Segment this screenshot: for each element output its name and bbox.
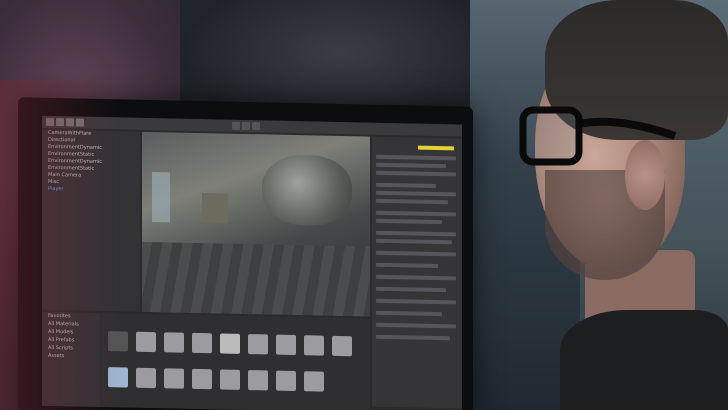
inspector-row xyxy=(376,322,456,329)
inspector-row xyxy=(376,310,442,317)
folder-icon xyxy=(248,370,268,391)
folder-icon xyxy=(276,334,296,356)
shirt xyxy=(560,310,728,410)
hand-icon xyxy=(46,117,54,126)
project-panel: Favorites All Materials All Models All P… xyxy=(42,311,370,410)
folder-icon xyxy=(164,332,184,353)
monitor-screen: CameraWithFlare Directional EnvironmentD… xyxy=(42,115,462,410)
folder-icon xyxy=(136,367,156,389)
inspector-row xyxy=(376,218,442,225)
inspector-row xyxy=(376,262,438,269)
folder-icon xyxy=(164,368,184,389)
inspector-row xyxy=(376,286,446,293)
inspector-row xyxy=(376,170,456,177)
inspector-row xyxy=(376,190,456,197)
folder-icon xyxy=(192,332,212,354)
inspector-row xyxy=(376,274,456,281)
viewport-light xyxy=(152,172,170,223)
pause-icon xyxy=(242,121,250,131)
folder-icon xyxy=(304,371,324,392)
hierarchy-panel: CameraWithFlare Directional EnvironmentD… xyxy=(42,129,140,312)
inspector-row xyxy=(376,210,456,217)
unity-logo-icon xyxy=(108,331,128,352)
folder-icon xyxy=(136,331,156,353)
scale-icon xyxy=(76,118,84,127)
inspector-color-swatch xyxy=(418,145,454,151)
folder-icon xyxy=(332,335,352,357)
inspector-row xyxy=(376,298,456,305)
person xyxy=(505,0,728,410)
viewport-floor xyxy=(142,241,370,317)
project-tree: Favorites All Materials All Models All P… xyxy=(42,311,100,407)
inspector-row xyxy=(376,230,456,237)
hierarchy-item: Player xyxy=(48,185,64,193)
folder-icon xyxy=(220,369,240,390)
photo-scene: CameraWithFlare Directional EnvironmentD… xyxy=(0,0,728,410)
viewport-rock xyxy=(262,154,352,227)
file-icon xyxy=(108,367,128,388)
monitor: CameraWithFlare Directional EnvironmentD… xyxy=(18,97,473,410)
viewport-crate xyxy=(202,193,228,224)
inspector-row xyxy=(376,198,448,205)
scene-viewport xyxy=(142,131,370,317)
inspector-row xyxy=(376,162,446,169)
move-icon xyxy=(56,118,64,127)
inspector-row xyxy=(376,250,456,257)
inspector-row xyxy=(376,154,456,161)
folder-icon xyxy=(304,335,324,356)
project-tree-item: Assets xyxy=(48,352,65,360)
folder-icon xyxy=(276,370,296,392)
folder-icon xyxy=(248,334,268,355)
inspector-row xyxy=(376,238,452,245)
rotate-icon xyxy=(66,118,74,127)
glasses-icon xyxy=(519,106,677,166)
cube-icon xyxy=(220,333,240,354)
inspector-panel xyxy=(372,136,462,409)
step-icon xyxy=(252,122,260,131)
inspector-row xyxy=(376,182,436,188)
inspector-row xyxy=(376,334,450,341)
folder-icon xyxy=(192,368,212,390)
play-icon xyxy=(232,121,240,130)
